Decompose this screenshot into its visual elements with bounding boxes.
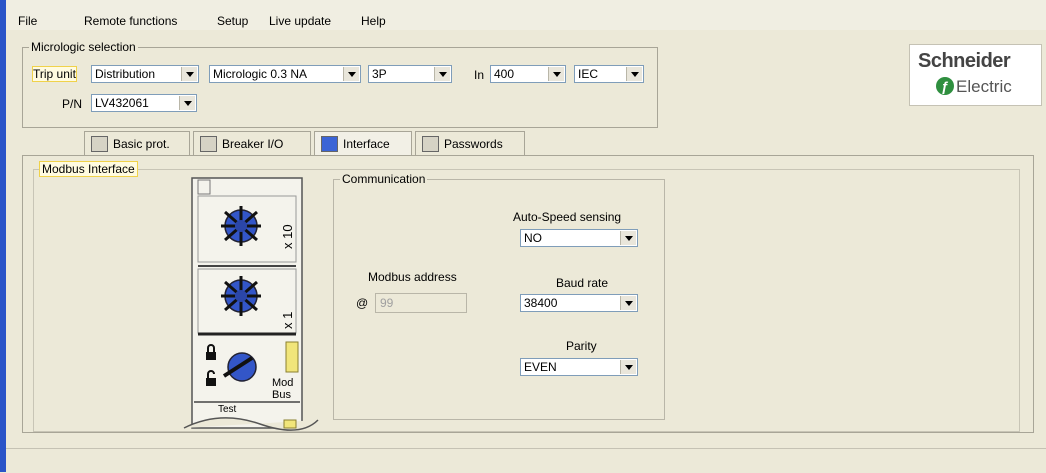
status-bar (6, 448, 1046, 473)
modbus-address-value: 99 (380, 296, 394, 310)
baud-rate-select[interactable]: 38400 (520, 294, 638, 312)
communication-legend: Communication (342, 172, 426, 186)
baud-rate-value: 38400 (524, 296, 558, 310)
chevron-down-icon[interactable] (179, 96, 195, 110)
logo-line1: Schneider (918, 50, 1011, 72)
modbus-label-1: Mod (272, 377, 293, 389)
tab-passwords[interactable]: Passwords (415, 131, 525, 155)
autospeed-select[interactable]: NO (520, 229, 638, 247)
parity-value: EVEN (524, 360, 557, 374)
micrologic-value: Micrologic 0.3 NA (213, 67, 308, 81)
dial-x1-label: x 1 (280, 312, 295, 329)
autospeed-value: NO (524, 231, 542, 245)
tab-breaker-io[interactable]: Breaker I/O (193, 131, 311, 155)
baud-rate-label: Baud rate (556, 276, 609, 290)
standard-select[interactable]: IEC (574, 65, 644, 83)
menu-live-update[interactable]: Live update (269, 14, 331, 28)
modbus-interface-legend: Modbus Interface (39, 161, 138, 177)
trip-unit-value: Distribution (95, 67, 156, 81)
chevron-down-icon[interactable] (181, 67, 197, 81)
micrologic-selection-group: Micrologic selection (22, 40, 658, 128)
menu-file[interactable]: File (18, 14, 37, 28)
pn-label: P/N (62, 97, 83, 111)
parity-select[interactable]: EVEN (520, 358, 638, 376)
tab-label: Interface (343, 137, 390, 151)
menu-help[interactable]: Help (361, 14, 386, 28)
parity-label: Parity (566, 339, 597, 353)
autospeed-label: Auto-Speed sensing (513, 210, 622, 224)
tab-interface[interactable]: Interface (314, 131, 412, 155)
tab-label: Breaker I/O (222, 137, 284, 151)
trip-unit-select[interactable]: Distribution (91, 65, 199, 83)
key-icon (422, 136, 439, 152)
trip-unit-label: Trip unit (32, 66, 77, 82)
chevron-down-icon[interactable] (620, 360, 636, 374)
chevron-down-icon[interactable] (343, 67, 359, 81)
io-icon (200, 136, 217, 152)
tab-basic-prot[interactable]: Basic prot. (84, 131, 190, 155)
in-value: 400 (494, 67, 515, 81)
chevron-down-icon[interactable] (620, 296, 636, 310)
chart-icon (91, 136, 108, 152)
tab-label: Basic prot. (113, 137, 170, 151)
logo-line2: Electric (956, 77, 1012, 96)
chevron-down-icon[interactable] (620, 231, 636, 245)
chevron-down-icon[interactable] (434, 67, 450, 81)
in-label: In (474, 68, 485, 82)
dial-x10-label: x 10 (280, 224, 295, 249)
modbus-address-input[interactable]: 99 (375, 293, 467, 313)
chevron-down-icon[interactable] (626, 67, 642, 81)
test-label: Test (218, 404, 237, 415)
micrologic-select[interactable]: Micrologic 0.3 NA (209, 65, 361, 83)
dial-x10-icon[interactable] (221, 206, 261, 246)
menu-remote-functions[interactable]: Remote functions (84, 14, 177, 28)
menu-bar: File Remote functions Setup Live update … (6, 0, 1046, 30)
micrologic-selection-legend: Micrologic selection (31, 40, 136, 54)
led-indicator (285, 341, 299, 373)
test-led (283, 419, 297, 429)
in-select[interactable]: 400 (490, 65, 566, 83)
schneider-logo: Schneider ƒ Electric (909, 44, 1042, 106)
tab-label: Passwords (444, 137, 503, 151)
pn-select[interactable]: LV432061 (91, 94, 197, 112)
chevron-down-icon[interactable] (548, 67, 564, 81)
modbus-module-drawing: x 10 x 1 Mod Bus Test (183, 177, 319, 431)
modbus-icon (321, 136, 338, 152)
poles-select[interactable]: 3P (368, 65, 452, 83)
pn-value: LV432061 (95, 96, 149, 110)
window-border (0, 0, 6, 472)
dial-x1-icon[interactable] (221, 276, 261, 316)
poles-value: 3P (372, 67, 387, 81)
at-symbol: @ (356, 296, 369, 310)
modbus-label-2: Bus (272, 389, 291, 401)
logo-mark-icon: ƒ (936, 77, 954, 95)
modbus-address-label: Modbus address (368, 270, 457, 284)
menu-setup[interactable]: Setup (217, 14, 248, 28)
standard-value: IEC (578, 67, 599, 81)
